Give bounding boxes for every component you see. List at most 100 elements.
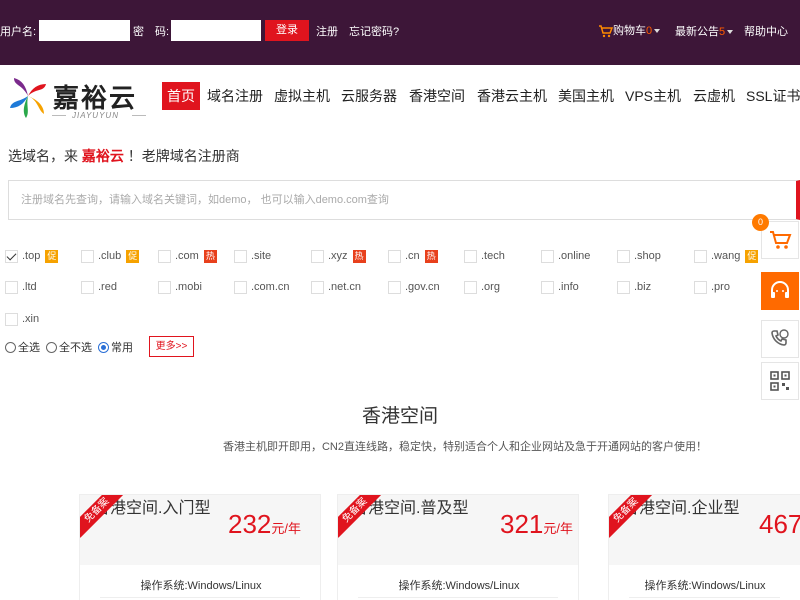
qrcode-button[interactable]	[761, 362, 799, 400]
nav-item-vhost[interactable]: 虚拟主机	[274, 82, 330, 110]
tld-checkbox[interactable]	[158, 249, 171, 263]
tld-checkbox[interactable]	[234, 249, 247, 263]
chevron-down-icon	[654, 29, 661, 34]
notice-label: 最新公告	[675, 26, 719, 38]
tld-checkbox[interactable]	[617, 249, 630, 263]
tld-checkbox[interactable]	[388, 249, 401, 263]
cart-link[interactable]: 购物车0	[598, 22, 661, 38]
tld-option[interactable]: .cn 热	[388, 248, 438, 264]
domain-search-input[interactable]	[9, 181, 796, 219]
product-price: 232元/年	[228, 509, 301, 540]
slogan-prefix: 选域名，来	[8, 148, 78, 164]
tld-checkbox[interactable]	[541, 249, 554, 263]
tld-label: .club	[98, 250, 122, 262]
tld-option[interactable]: .com 热	[158, 248, 217, 264]
notice-count: 5	[719, 26, 726, 38]
tld-checkbox[interactable]	[694, 280, 707, 294]
tld-checkbox[interactable]	[388, 280, 401, 294]
tld-checkbox[interactable]	[464, 280, 477, 294]
cart-icon	[598, 24, 613, 38]
tld-option[interactable]: .pro	[694, 279, 730, 295]
tld-label: .gov.cn	[405, 281, 440, 293]
username-label: 用户名:	[0, 26, 37, 38]
nav-item-cloud-vhost[interactable]: 云虚机	[693, 82, 735, 110]
tld-checkbox[interactable]	[311, 280, 324, 294]
tld-label: .wang	[711, 250, 741, 262]
divider	[358, 597, 558, 598]
tld-checkbox[interactable]	[5, 312, 18, 326]
nav-item-home[interactable]: 首页	[162, 82, 200, 110]
tld-option[interactable]: .mobi	[158, 279, 202, 295]
product-card[interactable]: 香港空间.企业型 467 免备案 操作系统:Windows/Linux	[608, 494, 800, 600]
tld-option[interactable]: .net.cn	[311, 279, 361, 295]
nav-item-hk-space[interactable]: 香港空间	[409, 82, 465, 110]
logo[interactable]: 嘉裕云 JIAYUYUN	[8, 72, 153, 120]
tld-checkbox[interactable]	[234, 280, 247, 294]
tld-checkbox[interactable]	[694, 249, 707, 263]
login-button[interactable]: 登录	[265, 20, 309, 41]
tld-checkbox[interactable]	[541, 280, 554, 294]
tld-option[interactable]: .biz	[617, 279, 651, 295]
tld-option[interactable]: .xyz 热	[311, 248, 366, 264]
chevron-down-icon	[727, 30, 734, 35]
card-header: 香港空间.普及型 321元/年	[338, 495, 578, 565]
tld-option[interactable]: .site	[234, 248, 271, 264]
product-card[interactable]: 香港空间.普及型 321元/年 免备案 操作系统:Windows/Linux	[337, 494, 579, 600]
customer-service-button[interactable]	[761, 272, 799, 310]
nav-item-vps[interactable]: VPS主机	[625, 82, 681, 110]
tld-label: .online	[558, 250, 591, 262]
tld-option[interactable]: .shop	[617, 248, 661, 264]
nav-item-cloud-server[interactable]: 云服务器	[341, 82, 397, 110]
help-center-link[interactable]: 帮助中心	[744, 23, 788, 39]
tld-option[interactable]: .red	[81, 279, 117, 295]
tld-option[interactable]: .com.cn	[234, 279, 290, 295]
price-value: 321	[500, 509, 544, 539]
tld-checkbox[interactable]	[5, 249, 18, 263]
radio-select-all[interactable]	[5, 341, 16, 353]
tld-option[interactable]: .info	[541, 279, 579, 295]
price-unit: 元/年	[543, 521, 574, 536]
tld-checkbox[interactable]	[311, 249, 324, 263]
username-input[interactable]	[39, 20, 130, 41]
tld-option[interactable]: .ltd	[5, 279, 37, 295]
nav-item-ssl[interactable]: SSL证书	[746, 82, 800, 110]
tld-label: .pro	[711, 281, 730, 293]
nav-item-domain[interactable]: 域名注册	[207, 82, 263, 110]
tld-label: .com	[175, 250, 199, 262]
tld-option[interactable]: .tech	[464, 248, 505, 264]
nav-item-hk-cloud[interactable]: 香港云主机	[477, 82, 547, 110]
tld-option[interactable]: .gov.cn	[388, 279, 440, 295]
hot-badge: 热	[203, 249, 217, 263]
tld-checkbox[interactable]	[81, 249, 94, 263]
product-card[interactable]: 香港空间.入门型 232元/年 免备案 操作系统:Windows/Linux	[79, 494, 321, 600]
forgot-password-link[interactable]: 忘记密码?	[349, 23, 399, 39]
tld-option[interactable]: .online	[541, 248, 590, 264]
password-label: 密 码:	[133, 26, 170, 38]
tld-checkbox[interactable]	[81, 280, 94, 294]
price-unit: 元/年	[271, 521, 302, 536]
tld-checkbox[interactable]	[617, 280, 630, 294]
tld-option[interactable]: .org	[464, 279, 500, 295]
product-os: 操作系统:Windows/Linux	[140, 580, 262, 592]
tld-option[interactable]: .xin	[5, 311, 39, 327]
tld-checkbox[interactable]	[464, 249, 477, 263]
tld-label: .ltd	[22, 281, 37, 293]
more-button[interactable]: 更多>>	[149, 336, 194, 357]
register-link[interactable]: 注册	[316, 23, 338, 39]
radio-label: 全选	[18, 342, 40, 354]
tld-checkbox[interactable]	[158, 280, 171, 294]
selection-radios: 全选 全不选 常用	[5, 339, 139, 355]
tld-option[interactable]: .top 促	[5, 248, 59, 264]
radio-select-none[interactable]	[46, 341, 57, 353]
radio-common[interactable]	[98, 341, 109, 353]
nav-item-us-host[interactable]: 美国主机	[558, 82, 614, 110]
password-input[interactable]	[171, 20, 261, 41]
top-bar: 用户名: 密 码: 登录 注册 忘记密码? 购物车0 最新公告5 帮助中心	[0, 0, 800, 65]
float-cart-count: 0	[752, 214, 769, 231]
tld-checkbox[interactable]	[5, 280, 18, 294]
tld-option[interactable]: .wang 促	[694, 248, 759, 264]
divider	[132, 115, 146, 116]
notice-link[interactable]: 最新公告5	[675, 23, 734, 39]
phone-button[interactable]	[761, 320, 799, 358]
tld-option[interactable]: .club 促	[81, 248, 140, 264]
